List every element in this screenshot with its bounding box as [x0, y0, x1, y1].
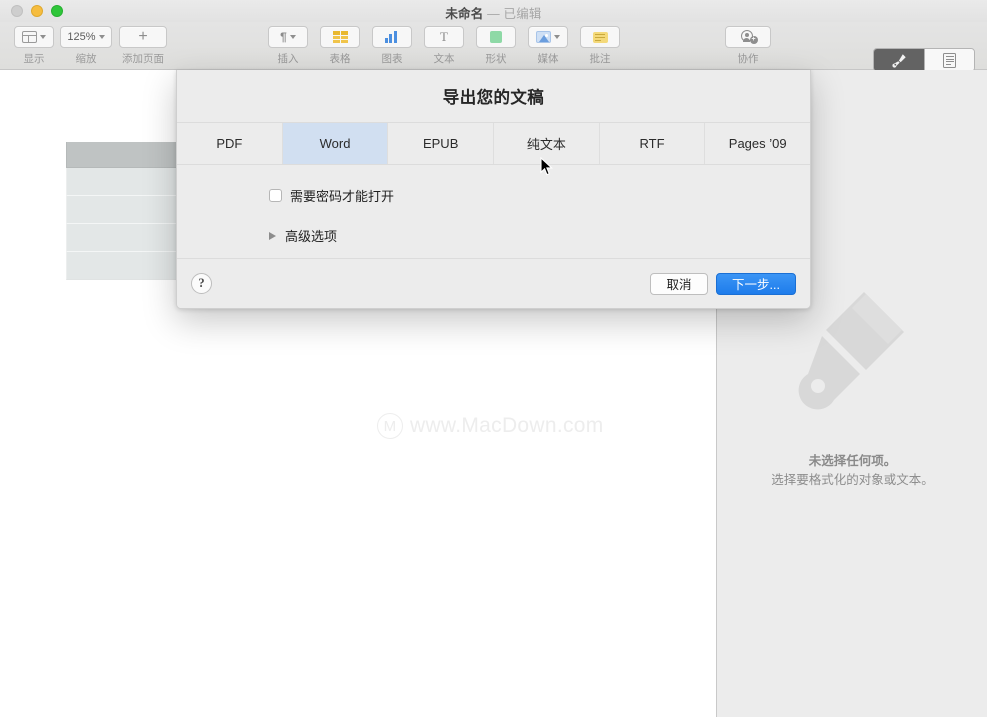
table-row[interactable]: [66, 168, 184, 196]
cancel-button[interactable]: 取消: [650, 272, 708, 295]
toolbar-insert-group: ¶ 插入 表格 图表 T 文本 形状 媒体 批注: [262, 26, 626, 66]
toolbar-item-collaborate[interactable]: + 协作: [722, 26, 774, 66]
tab-rtf[interactable]: RTF: [599, 123, 706, 164]
toolbar-label-media: 媒体: [537, 53, 559, 65]
chart-icon: [384, 31, 400, 43]
shape-button[interactable]: [476, 26, 516, 48]
inspector-toggle: [873, 48, 975, 72]
next-button[interactable]: 下一步...: [716, 272, 796, 295]
table-row[interactable]: [66, 196, 184, 224]
chevron-down-icon: [289, 35, 296, 39]
toolbar-item-media[interactable]: 媒体: [522, 26, 574, 66]
toolbar-label-comment: 批注: [589, 53, 611, 65]
table-icon: [332, 31, 348, 43]
window-title-state: 已编辑: [503, 7, 542, 21]
inspector-empty-state: 未选择任何项。 选择要格式化的对象或文本。: [717, 452, 987, 490]
macdown-watermark: M www.MacDown.com: [377, 413, 604, 439]
tab-pages-09[interactable]: Pages ’09: [705, 123, 810, 164]
toolbar-item-zoom[interactable]: 125% 缩放: [60, 26, 112, 66]
window-titlebar: 未命名 — 已编辑: [0, 0, 987, 22]
display-panel-icon: [22, 31, 37, 43]
mouse-cursor: [540, 156, 554, 177]
toolbar-label-view: 显示: [23, 53, 45, 65]
document-icon: [943, 52, 956, 68]
toolbar-label-text: 文本: [433, 53, 455, 65]
paintbrush-large-icon: [792, 288, 912, 423]
plus-icon: +: [138, 28, 148, 45]
advanced-options-row[interactable]: 高级选项: [269, 226, 337, 245]
chevron-down-icon: [554, 35, 560, 39]
toolbar-item-add-page[interactable]: + 添加页面: [112, 26, 174, 66]
disclosure-triangle-icon[interactable]: [269, 231, 276, 240]
text-button[interactable]: T: [424, 26, 464, 48]
media-icon: [536, 31, 551, 43]
toolbar-collaborate-group: + 协作: [722, 26, 774, 66]
insert-button[interactable]: ¶: [268, 26, 308, 48]
chevron-down-icon: [98, 35, 105, 39]
pilcrow-icon: ¶: [280, 30, 287, 44]
table-row[interactable]: [66, 224, 184, 252]
require-password-label: 需要密码才能打开: [290, 189, 395, 204]
paintbrush-icon: [891, 53, 907, 68]
dialog-title: 导出您的文稿: [177, 70, 810, 122]
toolbar-label-chart: 图表: [381, 53, 403, 65]
dialog-footer: ? 取消 下一步...: [177, 258, 810, 308]
tab-word[interactable]: Word: [282, 123, 389, 164]
zoom-button[interactable]: 125%: [60, 26, 112, 48]
toolbar-item-shape[interactable]: 形状: [470, 26, 522, 66]
toolbar-label-table: 表格: [329, 53, 351, 65]
dialog-action-buttons: 取消 下一步...: [650, 272, 796, 295]
comment-button[interactable]: [580, 26, 620, 48]
toolbar-item-insert[interactable]: ¶ 插入: [262, 26, 314, 66]
chart-button[interactable]: [372, 26, 412, 48]
export-document-dialog: 导出您的文稿 PDF Word EPUB 纯文本 RTF Pages ’09 需…: [176, 70, 811, 309]
tab-pdf[interactable]: PDF: [177, 123, 283, 164]
main-toolbar: 显示 125% 缩放 + 添加页面 ¶ 插入 表格 图表 T 文本 形状 媒体 …: [0, 22, 987, 88]
window-title-name: 未命名: [445, 7, 484, 21]
inspector-empty-hint: 选择要格式化的对象或文本。: [771, 473, 934, 487]
table-row[interactable]: [66, 142, 184, 168]
toolbar-item-comment[interactable]: 批注: [574, 26, 626, 66]
document-table[interactable]: [66, 142, 184, 280]
view-button[interactable]: [14, 26, 54, 48]
macdown-circle-m-logo: M: [377, 413, 403, 439]
add-collaborator-icon: +: [740, 30, 758, 44]
window-title: 未命名 — 已编辑: [0, 3, 987, 22]
chevron-down-icon: [40, 35, 46, 39]
toolbar-label-shape: 形状: [485, 53, 507, 65]
export-format-tabs: PDF Word EPUB 纯文本 RTF Pages ’09: [177, 122, 810, 165]
comment-icon: [592, 31, 608, 43]
toolbar-label-zoom: 缩放: [75, 53, 97, 65]
table-row[interactable]: [66, 252, 184, 280]
zoom-level-value: 125%: [67, 31, 96, 43]
toolbar-label-insert: 插入: [277, 53, 299, 65]
toolbar-label-add-page: 添加页面: [122, 53, 164, 65]
toolbar-view-group: 显示 125% 缩放 + 添加页面: [8, 26, 174, 66]
require-password-row[interactable]: 需要密码才能打开: [269, 186, 394, 205]
dialog-body: 需要密码才能打开 高级选项: [177, 165, 810, 258]
media-button[interactable]: [528, 26, 568, 48]
toolbar-item-view[interactable]: 显示: [8, 26, 60, 66]
shape-icon: [490, 31, 502, 43]
toolbar-item-table[interactable]: 表格: [314, 26, 366, 66]
advanced-options-label: 高级选项: [285, 229, 338, 244]
pages-app-window: 未命名 — 已编辑 显示 125% 缩放 + 添加页面 ¶ 插入 表格 图表 T…: [0, 0, 987, 717]
toolbar-label-collaborate: 协作: [737, 53, 759, 65]
text-icon: T: [440, 29, 448, 44]
collaborate-button[interactable]: +: [725, 26, 771, 48]
add-page-button[interactable]: +: [119, 26, 167, 48]
watermark-text: www.MacDown.com: [410, 414, 604, 437]
tab-document[interactable]: [924, 49, 974, 71]
require-password-checkbox[interactable]: [269, 189, 282, 202]
toolbar-item-chart[interactable]: 图表: [366, 26, 418, 66]
help-button[interactable]: ?: [191, 273, 212, 294]
table-button[interactable]: [320, 26, 360, 48]
tab-format[interactable]: [874, 49, 924, 71]
tab-epub[interactable]: EPUB: [388, 123, 495, 164]
inspector-empty-title: 未选择任何项。: [808, 454, 897, 468]
window-title-separator: —: [483, 7, 504, 21]
toolbar-item-text[interactable]: T 文本: [418, 26, 470, 66]
